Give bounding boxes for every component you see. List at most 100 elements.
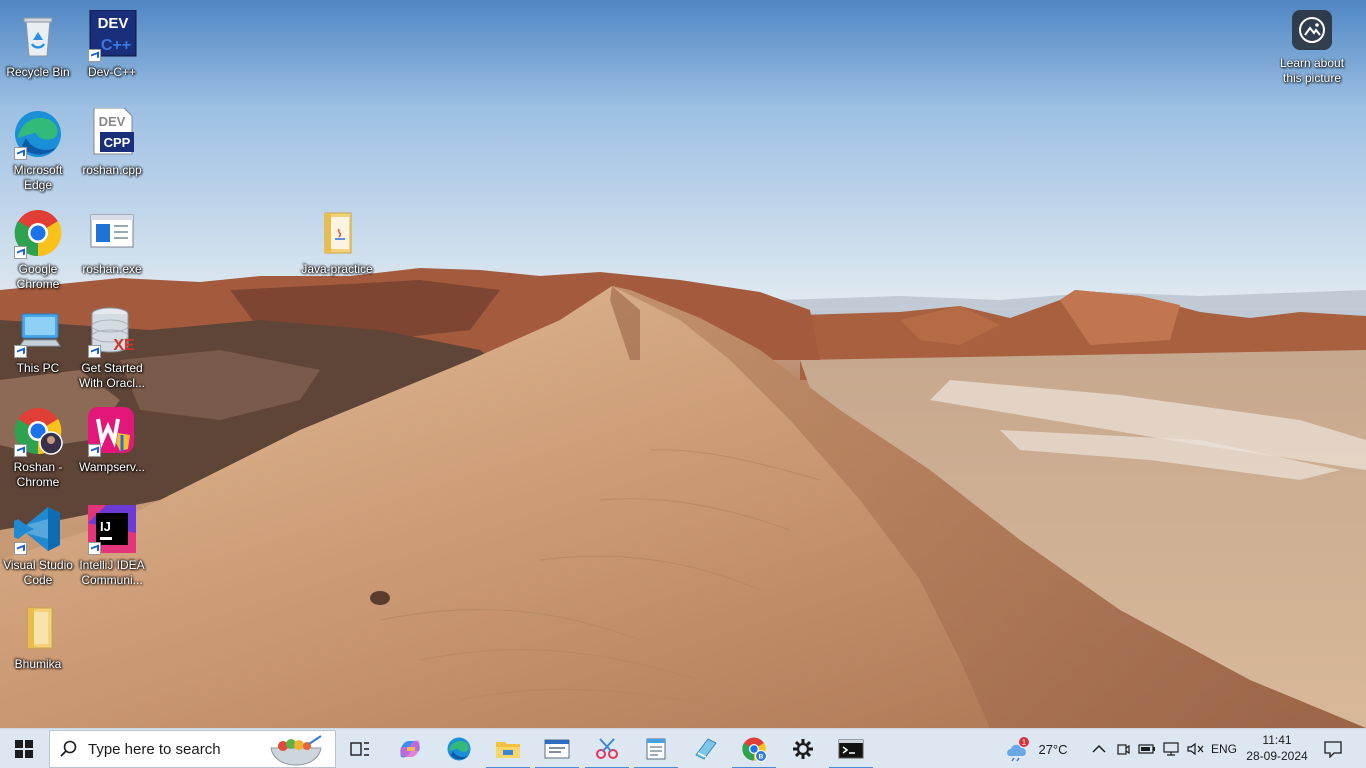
- taskbar-edge[interactable]: [435, 729, 483, 768]
- task-view-icon: [350, 742, 369, 756]
- search-placeholder: Type here to search: [88, 740, 221, 758]
- show-hidden-icons-button[interactable]: [1088, 729, 1110, 768]
- gear-icon: [793, 739, 813, 759]
- windows-logo-icon: [15, 739, 33, 758]
- desktop-icon-label: Wampserv...: [78, 460, 145, 474]
- desktop-icon-label: roshan.cpp: [82, 163, 142, 177]
- chevron-up-icon: [1092, 744, 1106, 753]
- chrome-icon: [12, 207, 64, 259]
- taskbar-notepad[interactable]: [632, 729, 680, 768]
- chrome-profile-icon: [12, 405, 64, 457]
- vscode-icon: [12, 503, 64, 555]
- search-icon: [50, 740, 88, 758]
- taskbar-chrome[interactable]: B: [730, 729, 778, 768]
- taskbar-search-box[interactable]: Type here to search: [49, 730, 336, 768]
- desktop-icon-label: Recycle Bin: [6, 65, 70, 79]
- shortcut-arrow-icon: [14, 246, 27, 259]
- copilot-icon: [400, 740, 420, 758]
- edge-icon: [447, 737, 471, 761]
- camera-info-icon: [1292, 10, 1332, 50]
- chrome-icon: B: [742, 737, 767, 762]
- taskbar-terminal[interactable]: [827, 729, 875, 768]
- app-window-icon: [544, 739, 570, 759]
- desktop-icon-roshan-exe[interactable]: roshan.exe: [74, 205, 150, 297]
- taskbar-file-explorer[interactable]: [484, 729, 532, 768]
- action-center-button[interactable]: [1318, 729, 1348, 768]
- start-button[interactable]: [0, 729, 48, 768]
- taskbar-settings[interactable]: [779, 729, 827, 768]
- desktop-icon-label: Google Chrome: [16, 262, 60, 291]
- svg-text:CPP: CPP: [104, 135, 131, 150]
- battery-button[interactable]: [1136, 729, 1158, 768]
- file-explorer-icon: [496, 742, 520, 758]
- shortcut-arrow-icon: [88, 444, 101, 457]
- shortcut-arrow-icon: [88, 345, 101, 358]
- taskbar-notes[interactable]: [681, 729, 729, 768]
- taskbar-copilot[interactable]: [386, 729, 434, 768]
- desktop-icon-label: Bhumika: [14, 657, 62, 671]
- notes-icon: [695, 738, 717, 760]
- cpp-file-icon: DEV CPP: [86, 107, 138, 160]
- desktop-wallpaper: [0, 0, 1366, 728]
- exe-file-icon: [86, 207, 138, 259]
- taskbar-app-window[interactable]: [533, 729, 581, 768]
- weather-temperature[interactable]: 27°C: [1034, 729, 1072, 768]
- learn-about-label: Learn about this picture: [1279, 56, 1345, 85]
- desktop-icon-intellij[interactable]: IJ IntelliJ IDEA Communi...: [74, 501, 150, 593]
- learn-about-this-picture[interactable]: Learn about this picture: [1272, 10, 1352, 86]
- desktop-icon-java-practice[interactable]: Java-practice: [299, 205, 375, 297]
- shortcut-arrow-icon: [14, 147, 27, 160]
- folder-icon: [12, 602, 64, 654]
- desktop-icon-label: Visual Studio Code: [3, 558, 73, 587]
- snipping-tool-icon: [596, 738, 618, 759]
- meet-now-icon: [1117, 744, 1130, 755]
- desktop-icon-label: Roshan - Chrome: [13, 460, 63, 489]
- weather-cloud-icon: 1: [1007, 737, 1029, 762]
- desktop-icon-wampserver[interactable]: Wampserv...: [74, 403, 150, 495]
- desktop-icon-oracle[interactable]: XE Get Started With Oracl...: [74, 304, 150, 396]
- desktop-icon-label: Dev-C++: [87, 65, 137, 79]
- search-highlight-icon: [267, 734, 325, 768]
- desktop-icon-recycle-bin[interactable]: Recycle Bin: [0, 8, 76, 100]
- input-language[interactable]: ENG: [1208, 729, 1240, 768]
- shortcut-arrow-icon: [88, 49, 101, 62]
- desktop-icon-roshan-chrome[interactable]: Roshan - Chrome: [0, 403, 76, 495]
- desert-landscape: [0, 0, 1366, 728]
- desktop-icon-bhumika[interactable]: Bhumika: [0, 600, 76, 692]
- weather-badge: 1: [1022, 738, 1027, 747]
- terminal-icon: [838, 739, 864, 759]
- network-button[interactable]: [1160, 729, 1182, 768]
- dev-cpp-icon: DEV C++: [86, 9, 138, 62]
- battery-icon: [1138, 744, 1155, 754]
- notepad-icon: [646, 738, 666, 760]
- svg-text:C++: C++: [101, 37, 131, 54]
- weather-widget[interactable]: 1: [1003, 729, 1033, 768]
- folder-icon: [311, 207, 363, 259]
- shortcut-arrow-icon: [14, 345, 27, 358]
- recycle-bin-icon: [12, 10, 64, 62]
- desktop-icon-label: This PC: [16, 361, 60, 375]
- volume-button[interactable]: [1184, 729, 1206, 768]
- taskbar-task-view[interactable]: [336, 729, 384, 768]
- svg-text:DEV: DEV: [98, 15, 129, 32]
- notification-icon: [1324, 741, 1342, 758]
- desktop-icon-this-pc[interactable]: This PC: [0, 304, 76, 396]
- svg-text:IJ: IJ: [100, 519, 111, 534]
- desktop-icon-label: Get Started With Oracl...: [78, 361, 145, 390]
- taskbar-clock[interactable]: 11:41 28-09-2024: [1240, 732, 1314, 764]
- clock-time: 11:41: [1262, 733, 1292, 747]
- clock-date: 28-09-2024: [1246, 749, 1308, 763]
- tray-device-icon-button[interactable]: [1112, 729, 1134, 768]
- desktop-icon-vscode[interactable]: Visual Studio Code: [0, 501, 76, 593]
- taskbar-snipping-tool[interactable]: [583, 729, 631, 768]
- svg-text:XE: XE: [113, 337, 135, 354]
- desktop-icon-chrome[interactable]: Google Chrome: [0, 205, 76, 297]
- this-pc-icon: [12, 306, 64, 358]
- shortcut-arrow-icon: [14, 444, 27, 457]
- taskbar: Type here to search B 1 27°C ENG 11:41 2…: [0, 728, 1366, 768]
- desktop-icon-edge[interactable]: Microsoft Edge: [0, 106, 76, 198]
- oracle-xe-icon: XE: [86, 306, 138, 358]
- desktop-icon-roshan-cpp[interactable]: DEV CPP roshan.cpp: [74, 106, 150, 198]
- desktop-icon-label: Microsoft Edge: [13, 163, 63, 192]
- desktop-icon-dev-cpp[interactable]: DEV C++ Dev-C++: [74, 8, 150, 100]
